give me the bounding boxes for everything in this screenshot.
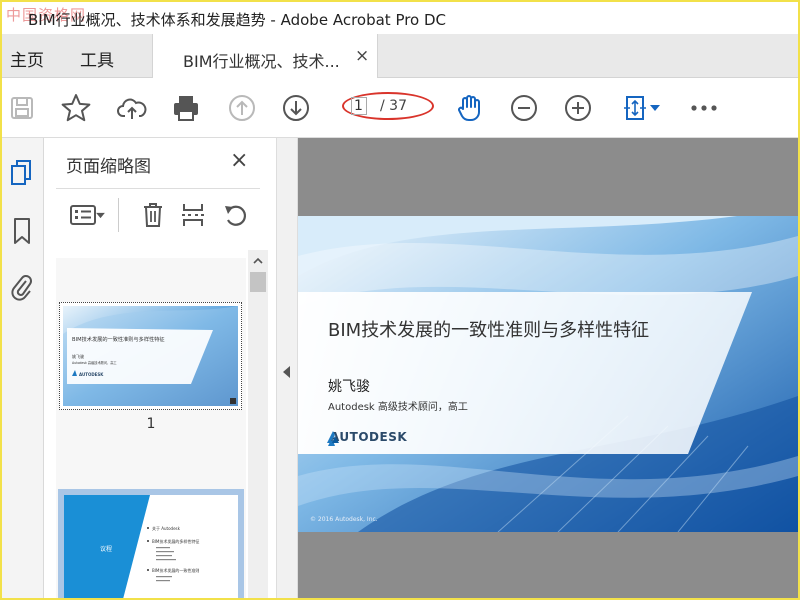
current-page-input[interactable]: 1 [351,97,367,115]
fit-page-icon [624,96,646,120]
tab-home[interactable]: 主页 [10,46,44,71]
close-tab-button[interactable]: × [355,46,369,66]
panel-splitter[interactable] [276,138,298,598]
tab-row: 主页 工具 BIM行业概况、技术... × [2,34,798,79]
save-icon [11,97,33,119]
thumb1-author: 姚飞骏 [72,353,84,359]
tab-tools[interactable]: 工具 [80,46,114,71]
previous-page-button[interactable] [226,92,258,124]
slide-role: Autodesk 高级技术顾问，高工 [328,402,468,413]
zoom-in-button[interactable] [562,92,594,124]
thumbnail-options-dropdown[interactable] [64,200,110,230]
delete-pages-button[interactable] [138,200,168,230]
document-view[interactable]: BIM技术发展的一致性准则与多样性特征 姚飞骏 Autodesk 高级技术顾问，… [298,138,798,598]
page-thumbnail-2[interactable]: 议程 关于 Autodesk BIM技术发展的多样性特征 BIM技术发展的一致性… [58,489,244,598]
page-thumbnail-1[interactable]: BIM技术发展的一致性准则与多样性特征 姚飞骏 Autodesk 高级技术顾问，… [59,302,242,410]
page-thumbnail-1-label: 1 [146,416,156,432]
thumbnail-1-image: BIM技术发展的一致性准则与多样性特征 姚飞骏 Autodesk 高级技术顾问，… [63,306,238,406]
arrow-down-circle-icon [283,95,309,121]
page-thumbnails-button[interactable] [5,156,39,190]
trash-icon [144,203,162,227]
toolbar: 1 / 37 [2,78,798,138]
plus-circle-icon [565,95,591,121]
print-button[interactable] [170,92,202,124]
thumb2-item-1: 关于 Autodesk [152,525,181,531]
collapse-panel-arrow-icon[interactable] [283,366,290,378]
thumbnails-panel: 页面缩略图 × BIM技术发展的一致性准则与多样性特征 姚飞骏 Autodesk… [44,138,276,598]
arrow-up-circle-icon [229,95,255,121]
tab-document[interactable]: BIM行业概况、技术... × [152,34,378,79]
close-panel-button[interactable]: × [230,148,248,173]
page-number-control: 1 / 37 [342,92,434,120]
slide-page: BIM技术发展的一致性准则与多样性特征 姚飞骏 Autodesk 高级技术顾问，… [298,216,798,532]
zoom-out-button[interactable] [508,92,540,124]
rotate-icon [225,205,247,226]
bookmark-icon [14,218,30,244]
thumb1-role: Autodesk 高级技术顾问，高工 [72,360,117,365]
slide-background [298,216,798,532]
thumbnail-scrollbar[interactable] [248,250,268,598]
page-thumbnails-icon [11,160,31,185]
title-bar: 中国资格网 BIM行业概况、技术体系和发展趋势 - Adobe Acrobat … [2,2,798,34]
thumbnail-2-image: 议程 关于 Autodesk BIM技术发展的多样性特征 BIM技术发展的一致性… [64,495,238,598]
fit-page-dropdown[interactable] [618,92,664,124]
split-pages-icon [182,204,204,226]
star-icon [61,94,91,122]
slide-author: 姚飞骏 [328,379,370,395]
minus-circle-icon [511,95,537,121]
autodesk-logo-text: AUTODESK [330,430,408,444]
panel-divider [56,188,260,189]
thumb2-item-2: BIM技术发展的多样性特征 [152,538,199,544]
cloud-upload-icon [117,98,147,119]
rotate-pages-button[interactable] [220,200,252,230]
split-pages-button[interactable] [178,200,208,230]
hand-icon [458,95,480,122]
window-title: BIM行业概况、技术体系和发展趋势 - Adobe Acrobat Pro DC [28,11,447,29]
chevron-up-icon [253,257,263,264]
total-pages-label: / 37 [380,98,407,114]
thumbnail-list: BIM技术发展的一致性准则与多样性特征 姚飞骏 Autodesk 高级技术顾问，… [56,258,246,598]
bookmarks-button[interactable] [5,214,39,248]
next-page-button[interactable] [280,92,312,124]
thumb2-heading: 议程 [100,545,112,553]
bookmark-star-button[interactable] [60,92,92,124]
navigation-rail [2,138,44,598]
chevron-down-icon [650,105,660,111]
tab-document-label: BIM行业概况、技术... [183,52,340,71]
autodesk-logo: AUTODESK [326,430,407,444]
slide-copyright: © 2016 Autodesk, Inc. [310,516,378,523]
scroll-up-button[interactable] [248,250,268,270]
more-tools-button[interactable] [688,92,720,124]
thumb2-item-3: BIM技术发展的一致性准则 [152,567,199,573]
more-dots-icon [691,105,717,111]
options-list-icon [69,205,96,225]
scroll-thumb[interactable] [250,272,266,292]
chevron-down-icon [95,212,105,218]
save-button[interactable] [6,92,38,124]
attachments-button[interactable] [5,270,39,304]
slide-title: BIM技术发展的一致性准则与多样性特征 [328,320,650,341]
cloud-upload-button[interactable] [116,92,148,124]
panel-title: 页面缩略图 [66,157,151,177]
printer-icon [174,96,198,121]
paperclip-icon [11,275,32,301]
toolbar-divider [118,198,119,232]
autodesk-logo-icon [327,431,339,443]
thumb1-logo: AUTODESK [79,372,104,377]
hand-tool-button[interactable] [454,92,486,124]
thumb1-title: BIM技术发展的一致性准则与多样性特征 [72,335,165,343]
